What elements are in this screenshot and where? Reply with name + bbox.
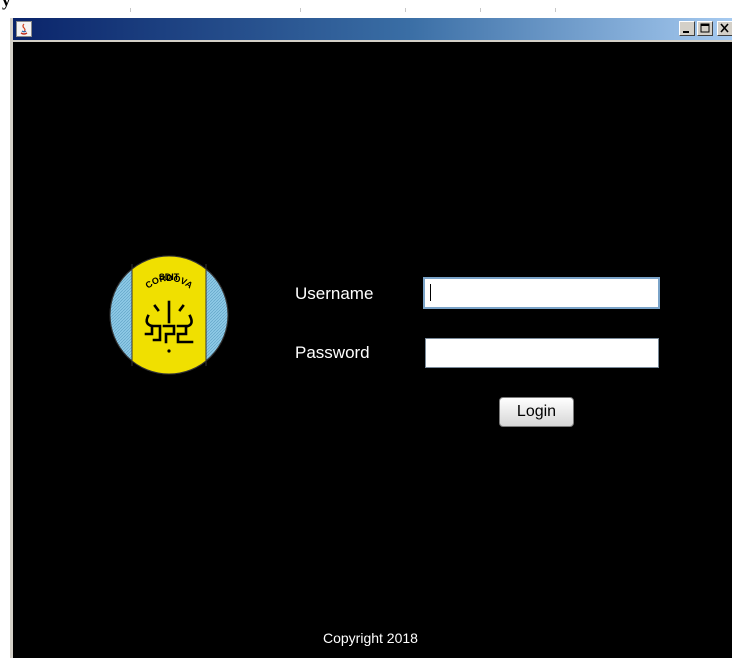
close-icon [720,23,729,33]
background-strip: y [0,0,732,18]
school-logo: SDIT CORDOVA [108,254,230,381]
login-button[interactable]: Login [499,397,574,427]
divider [555,8,556,12]
divider [130,8,131,12]
password-label: Password [295,343,370,362]
java-app-icon[interactable] [16,21,32,37]
minimize-button[interactable] [679,21,695,36]
divider [300,8,301,12]
minimize-icon [683,31,689,33]
maximize-button[interactable] [697,21,713,36]
divider [480,8,481,12]
window-title-bar[interactable] [13,18,732,42]
divider [405,8,406,12]
close-button[interactable] [717,21,732,36]
username-label: Username [295,284,374,303]
maximize-icon [700,23,710,33]
background-text: y [2,0,11,10]
copyright-text: Copyright 2018 [323,630,418,646]
username-field[interactable] [423,277,660,309]
login-window: SDIT CORDOVA Username Password Login Cop… [10,18,732,658]
password-field[interactable] [425,338,659,368]
text-caret [430,284,431,301]
